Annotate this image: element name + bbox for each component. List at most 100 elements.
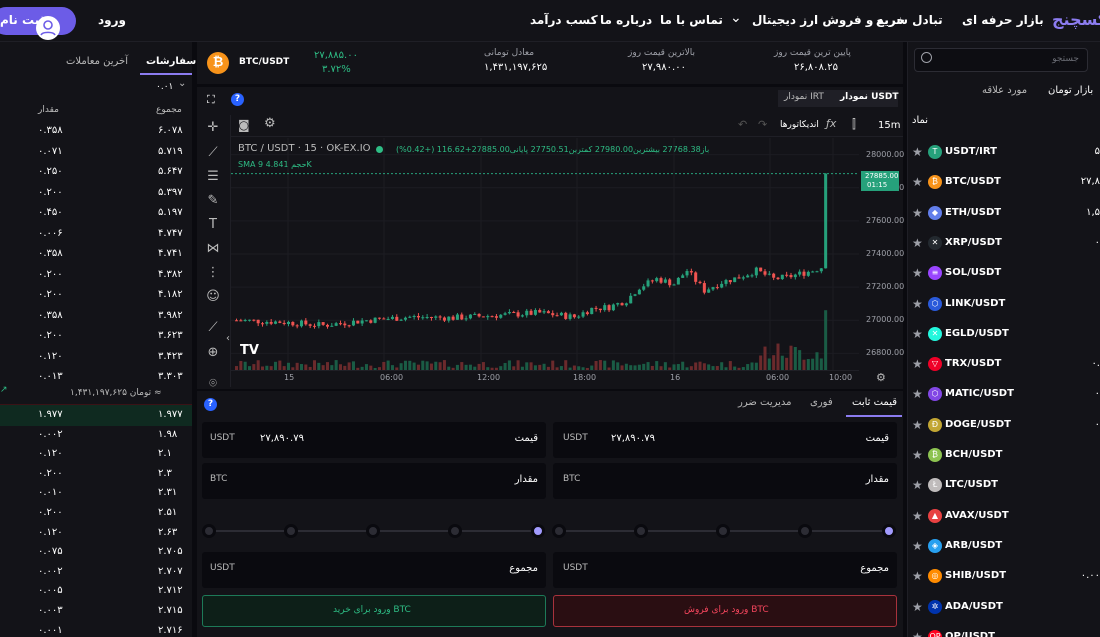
buy-slider-knob[interactable] (448, 524, 462, 538)
buy-slider-knob[interactable] (531, 524, 545, 538)
bid-row[interactable]: ۲.۵۱ ۰.۲۰۰ (0, 503, 192, 524)
sell-slider-knob[interactable] (634, 524, 648, 538)
fib-icon[interactable]: ☰ (205, 169, 221, 185)
tab-limit[interactable]: قیمت ثابت (852, 397, 897, 408)
bid-row[interactable]: ۲.۶۳ ۰.۱۲۰ (0, 523, 192, 544)
sell-price-field[interactable]: قیمت ۲۷,۸۹۰.۷۹ USDT (553, 422, 897, 458)
ask-row[interactable]: ۴.۷۴۱ ۰.۳۵۸ (0, 244, 192, 265)
bid-row[interactable]: ۱.۹۷۷ ۱.۹۷۷ (0, 405, 192, 426)
bid-row[interactable]: ۲.۳۱ ۰.۰۱۰ (0, 483, 192, 504)
star-icon[interactable]: ★ (912, 600, 923, 614)
camera-icon[interactable]: ◙ (238, 118, 250, 132)
tab-favorites[interactable]: مورد علاقه (982, 85, 1027, 96)
buy-button[interactable]: ورود برای خرید BTC (202, 595, 546, 627)
ask-row[interactable]: ۴.۳۸۲ ۰.۲۰۰ (0, 265, 192, 286)
undo-icon[interactable]: ↶ (738, 118, 747, 131)
help-icon[interactable]: ? (231, 93, 244, 106)
sell-total-field[interactable]: مجموع USDT (553, 552, 897, 588)
sell-slider-knob[interactable] (882, 524, 896, 538)
buy-price-field[interactable]: قیمت ۲۷,۸۹۰.۷۹ USDT (202, 422, 546, 458)
sell-slider-knob[interactable] (716, 524, 730, 538)
star-icon[interactable]: ★ (912, 266, 923, 280)
step-select[interactable]: ۰.۰۱ (156, 82, 173, 92)
bid-row[interactable]: ۲.۱ ۰.۱۲۰ (0, 444, 192, 465)
tab-market[interactable]: فوری (810, 397, 833, 408)
nav-pro-market[interactable]: بازار حرفه ای (962, 13, 1044, 27)
bid-row[interactable]: ۲.۷۰۷ ۰.۰۰۲ (0, 562, 192, 583)
ask-row[interactable]: ۵.۳۹۷ ۰.۲۰۰ (0, 183, 192, 204)
star-icon[interactable]: ★ (912, 297, 923, 311)
pattern-icon[interactable]: ⋈ (205, 241, 221, 257)
bid-row[interactable]: ۲.۷۰۵ ۰.۰۷۵ (0, 542, 192, 563)
brush-icon[interactable]: ✎ (205, 193, 221, 209)
bid-row[interactable]: ۲.۳ ۰.۲۰۰ (0, 464, 192, 485)
ask-row[interactable]: ۳.۴۲۳ ۰.۱۲۰ (0, 347, 192, 368)
help-icon[interactable]: ? (204, 398, 217, 411)
logo[interactable]: کسچنج (1052, 10, 1100, 29)
crosshair-icon[interactable]: ✛ (205, 120, 221, 136)
star-icon[interactable]: ★ (912, 630, 923, 637)
sell-slider-knob[interactable] (798, 524, 812, 538)
sell-slider-knob[interactable] (552, 524, 566, 538)
buy-slider-knob[interactable] (366, 524, 380, 538)
chevron-down-icon[interactable]: ⌄ (730, 10, 742, 26)
scroll-left-icon[interactable]: ‹ (226, 333, 230, 344)
buy-total-field[interactable]: مجموع USDT (202, 552, 546, 588)
gear-icon[interactable]: ⚙ (264, 116, 276, 131)
star-icon[interactable]: ★ (912, 327, 923, 341)
price-chart[interactable] (231, 138, 859, 370)
ask-row[interactable]: ۴.۱۸۲ ۰.۲۰۰ (0, 285, 192, 306)
ask-row[interactable]: ۳.۹۸۲ ۰.۳۵۸ (0, 306, 192, 327)
nav-about[interactable]: درباره ما (600, 13, 652, 27)
tab-latest-trades[interactable]: آخرین معاملات (66, 56, 128, 67)
ask-row[interactable]: ۵.۶۴۷ ۰.۲۵۰ (0, 162, 192, 183)
chart-settings-icon[interactable]: ⚙ (876, 371, 886, 384)
star-icon[interactable]: ★ (912, 569, 923, 583)
text-icon[interactable]: T (205, 217, 221, 233)
ask-row[interactable]: ۶.۰۷۸ ۰.۳۵۸ (0, 121, 192, 142)
bid-row[interactable]: ۲.۷۱۲ ۰.۰۰۵ (0, 581, 192, 602)
ask-row[interactable]: ۳.۶۲۳ ۰.۲۰۰ (0, 326, 192, 347)
star-icon[interactable]: ★ (912, 236, 923, 250)
nav-buy-sell[interactable]: خرید و فروش ارز دیجیتال (752, 13, 905, 27)
bid-row[interactable]: ۲.۷۱۶ ۰.۰۰۱ (0, 621, 192, 637)
buy-slider-knob[interactable] (284, 524, 298, 538)
buy-amount-field[interactable]: مقدار BTC (202, 463, 546, 499)
zoom-icon[interactable]: ⊕ (205, 345, 221, 361)
magnet-icon[interactable]: ⌾ (205, 376, 221, 392)
bid-row[interactable]: ۱.۹۸ ۰.۰۰۲ (0, 425, 192, 446)
redo-icon[interactable]: ↷ (758, 118, 767, 131)
fullscreen-icon[interactable]: ⛶ (207, 93, 215, 107)
star-icon[interactable]: ★ (912, 145, 923, 159)
tab-irt-chart[interactable]: نمودار IRT (784, 92, 824, 102)
sell-amount-field[interactable]: مقدار BTC (553, 463, 897, 499)
search-input[interactable]: جستجو (914, 48, 1088, 72)
star-icon[interactable]: ★ (912, 478, 923, 492)
ask-row[interactable]: ۵.۷۱۹ ۰.۰۷۱ (0, 142, 192, 163)
tab-orders[interactable]: سفارشات (146, 56, 196, 67)
tab-usdt-chart[interactable]: نمودار USDT (840, 92, 899, 102)
forecast-icon[interactable]: ⋮ (205, 265, 221, 281)
star-icon[interactable]: ★ (912, 539, 923, 553)
candle-type-icon[interactable]: ⫿ (852, 117, 856, 132)
star-icon[interactable]: ★ (912, 206, 923, 220)
interval-select[interactable]: 15m (878, 120, 900, 131)
ask-row[interactable]: ۵.۱۹۷ ۰.۴۵۰ (0, 203, 192, 224)
ruler-icon[interactable]: ⟋ (205, 320, 221, 336)
star-icon[interactable]: ★ (912, 175, 923, 189)
chevron-down-icon[interactable]: ⌄ (178, 78, 186, 89)
ask-row[interactable]: ۴.۷۴۷ ۰.۰۰۶ (0, 224, 192, 245)
buy-slider-knob[interactable] (202, 524, 216, 538)
trendline-icon[interactable]: ⟋ (205, 145, 221, 161)
nav-contact[interactable]: تماس با ما (660, 13, 723, 27)
tab-stop-loss[interactable]: مدیریت ضرر (738, 397, 792, 408)
login-link[interactable]: ورود (98, 13, 126, 27)
star-icon[interactable]: ★ (912, 418, 923, 432)
sell-button[interactable]: ورود برای فروش BTC (553, 595, 897, 627)
smiley-icon[interactable]: ☺ (205, 289, 221, 305)
signup-button[interactable]: ثبت نام (0, 7, 76, 40)
star-icon[interactable]: ★ (912, 509, 923, 523)
star-icon[interactable]: ★ (912, 387, 923, 401)
star-icon[interactable]: ★ (912, 448, 923, 462)
indicators-button[interactable]: اندیکاتورها (780, 120, 819, 130)
